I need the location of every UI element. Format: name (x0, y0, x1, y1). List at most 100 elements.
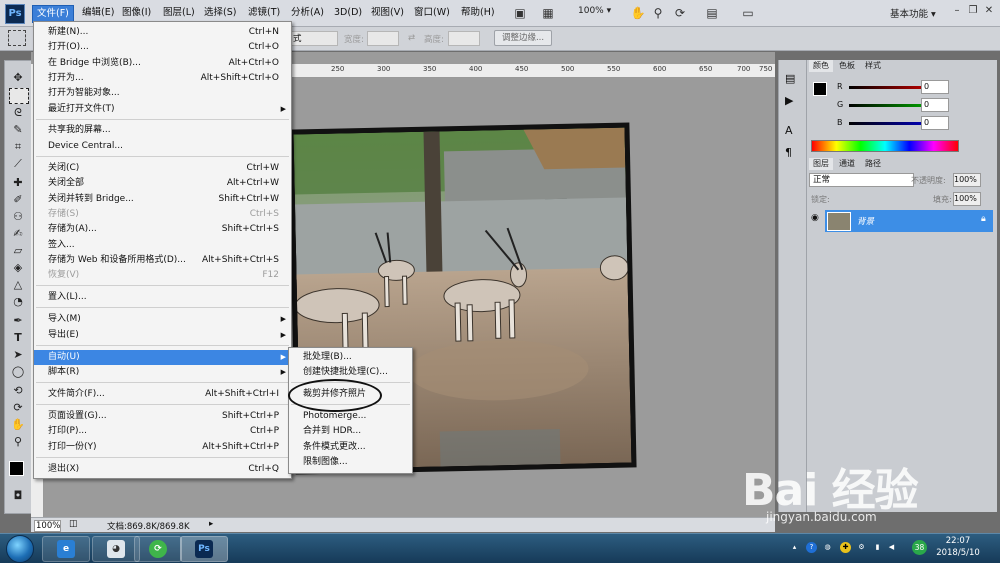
taskbar-app-button[interactable]: ◕ (92, 536, 140, 562)
menu-edit[interactable]: 编辑(E) (78, 5, 118, 21)
style-select[interactable]: 式 (290, 31, 338, 46)
move-tool-icon[interactable]: ✥ (9, 71, 27, 85)
swap-icon[interactable]: ⇄ (408, 33, 415, 43)
menu-item-check-in[interactable]: 签入... (34, 238, 291, 253)
shape-tool-icon[interactable]: ◯ (9, 365, 27, 379)
menu-item-page-setup[interactable]: 页面设置(G)... Shift+Ctrl+P (34, 409, 291, 424)
menu-item-new[interactable]: 新建(N)... Ctrl+N (34, 25, 291, 40)
menu-item-open[interactable]: 打开(O)... Ctrl+O (34, 40, 291, 55)
rect-marquee-tool-icon[interactable] (9, 88, 29, 104)
brush-tool-icon[interactable]: ✐ (9, 193, 27, 207)
arrange-documents-icon[interactable]: ▤ (704, 5, 720, 21)
width-input[interactable] (367, 31, 399, 46)
tray-volume-icon[interactable]: ◀ (886, 542, 897, 553)
zoom-tool-panel-icon[interactable]: ⚲ (9, 435, 27, 449)
layer-visibility-eye-icon[interactable]: ◉ (811, 213, 823, 225)
tab-layers[interactable]: 图层 (809, 158, 833, 170)
history-panel-icon[interactable]: ▤ (785, 72, 795, 85)
menu-item-exit[interactable]: 退出(X) Ctrl+Q (34, 462, 291, 477)
3d-orbit-tool-icon[interactable]: ⟳ (9, 401, 27, 415)
tray-help-icon[interactable]: ? (806, 542, 817, 553)
character-panel-icon[interactable]: A (785, 124, 793, 137)
tray-settings-icon[interactable]: ⚙ (856, 542, 867, 553)
menu-select[interactable]: 选择(S) (200, 5, 240, 21)
crop-tool-icon[interactable]: ⌗ (9, 140, 27, 154)
paragraph-panel-icon[interactable]: ¶ (785, 146, 792, 159)
tray-security-icon[interactable]: ✚ (840, 542, 851, 553)
zoom-tool-icon[interactable]: ⚲ (650, 5, 666, 21)
tab-channels[interactable]: 通道 (835, 158, 859, 170)
submenu-item-merge-hdr[interactable]: 合并到 HDR... (289, 424, 412, 439)
dodge-tool-icon[interactable]: ◔ (9, 295, 27, 309)
restore-icon[interactable]: ❐ (966, 4, 980, 18)
menu-item-print-one-copy[interactable]: 打印一份(Y) Alt+Shift+Ctrl+P (34, 440, 291, 455)
menu-help[interactable]: 帮助(H) (457, 5, 499, 21)
system-clock[interactable]: 22:07 2018/5/10 (926, 535, 990, 559)
tab-color[interactable]: 颜色 (809, 60, 833, 72)
zoom-level-select[interactable]: 100% ▾ (578, 6, 611, 16)
opacity-input[interactable]: 100% (953, 173, 981, 187)
menu-item-close-all[interactable]: 关闭全部 Alt+Ctrl+W (34, 176, 291, 191)
tray-network-icon[interactable]: ▮ (872, 542, 883, 553)
taskbar-browser-button[interactable]: ⟳ (134, 536, 182, 562)
submenu-item-fit-image[interactable]: 限制图像... (289, 455, 412, 470)
menu-item-place[interactable]: 置入(L)... (34, 290, 291, 305)
hand-tool-icon[interactable]: ✋ (630, 5, 646, 21)
pen-tool-icon[interactable]: ✒ (9, 314, 27, 328)
screen-mode-icon[interactable]: ▭ (740, 5, 756, 21)
height-input[interactable] (448, 31, 480, 46)
history-brush-tool-icon[interactable]: ✍ (9, 227, 27, 241)
taskbar-ie-button[interactable]: e (42, 536, 90, 562)
menu-analysis[interactable]: 分析(A) (287, 5, 328, 21)
paint-bucket-tool-icon[interactable]: ◈ (9, 261, 27, 275)
channel-r-value[interactable]: 0 (921, 80, 949, 94)
color-foreground-swatch[interactable] (813, 82, 827, 96)
marquee-preset-icon[interactable] (8, 30, 26, 46)
menu-item-file-info[interactable]: 文件简介(F)... Alt+Shift+Ctrl+I (34, 387, 291, 402)
tray-chevron-icon[interactable]: ▴ (789, 542, 800, 553)
view-extras-icon[interactable]: ▦ (540, 5, 556, 21)
menu-view[interactable]: 视图(V) (367, 5, 408, 21)
blend-mode-select[interactable]: 正常 (809, 173, 914, 187)
menu-item-open-as[interactable]: 打开为... Alt+Shift+Ctrl+O (34, 71, 291, 86)
menu-item-automate[interactable]: 自动(U) ▶ (34, 350, 291, 365)
eraser-tool-icon[interactable]: ▱ (9, 244, 27, 258)
menu-window[interactable]: 窗口(W) (410, 5, 454, 21)
status-menu-arrow-icon[interactable]: ▸ (209, 519, 213, 529)
menu-item-import[interactable]: 导入(M) ▶ (34, 312, 291, 327)
menu-item-save-for-web[interactable]: 存储为 Web 和设备所用格式(D)... Alt+Shift+Ctrl+S (34, 253, 291, 268)
menu-item-device-central[interactable]: Device Central... (34, 139, 291, 154)
menu-item-browse-bridge[interactable]: 在 Bridge 中浏览(B)... Alt+Ctrl+O (34, 56, 291, 71)
layer-lock-icon[interactable]: 🔒︎ (981, 214, 986, 224)
taskbar-photoshop-button[interactable]: Ps (180, 536, 228, 562)
menu-item-save[interactable]: 存储(S) Ctrl+S (34, 207, 291, 222)
status-zoom-field[interactable]: 100% (34, 520, 61, 532)
menu-item-close-go-bridge[interactable]: 关闭并转到 Bridge... Shift+Ctrl+W (34, 192, 291, 207)
actions-panel-icon[interactable]: ▶ (785, 94, 793, 107)
hand-tool-panel-icon[interactable]: ✋ (9, 418, 27, 432)
path-select-tool-icon[interactable]: ➤ (9, 348, 27, 362)
clone-stamp-tool-icon[interactable]: ⚇ (9, 210, 27, 224)
menu-3d[interactable]: 3D(D) (330, 5, 366, 21)
minimize-icon[interactable]: – (950, 4, 964, 18)
quick-mask-icon[interactable]: ◘ (9, 489, 27, 503)
submenu-item-create-droplet[interactable]: 创建快捷批处理(C)... (289, 365, 412, 380)
menu-item-recent-files[interactable]: 最近打开文件(T) ▶ (34, 102, 291, 117)
close-icon[interactable]: ✕ (982, 4, 996, 18)
rotate-view-icon[interactable]: ⟳ (672, 5, 688, 21)
tab-swatches[interactable]: 色板 (835, 60, 859, 72)
menu-item-scripts[interactable]: 脚本(R) ▶ (34, 365, 291, 380)
menu-image[interactable]: 图像(I) (118, 5, 155, 21)
channel-b-value[interactable]: 0 (921, 116, 949, 130)
menu-item-share-screen[interactable]: 共享我的屏幕... (34, 123, 291, 138)
3d-rotate-tool-icon[interactable]: ⟲ (9, 384, 27, 398)
menu-filter[interactable]: 滤镜(T) (244, 5, 284, 21)
spot-healing-tool-icon[interactable]: ✚ (9, 176, 27, 190)
submenu-item-photomerge[interactable]: Photomerge... (289, 409, 412, 424)
color-spectrum-bar[interactable] (811, 140, 959, 152)
blur-tool-icon[interactable]: △ (9, 278, 27, 292)
fill-input[interactable]: 100% (953, 192, 981, 206)
type-tool-icon[interactable]: T (9, 331, 27, 345)
menu-item-close[interactable]: 关闭(C) Ctrl+W (34, 161, 291, 176)
menu-item-print[interactable]: 打印(P)... Ctrl+P (34, 424, 291, 439)
